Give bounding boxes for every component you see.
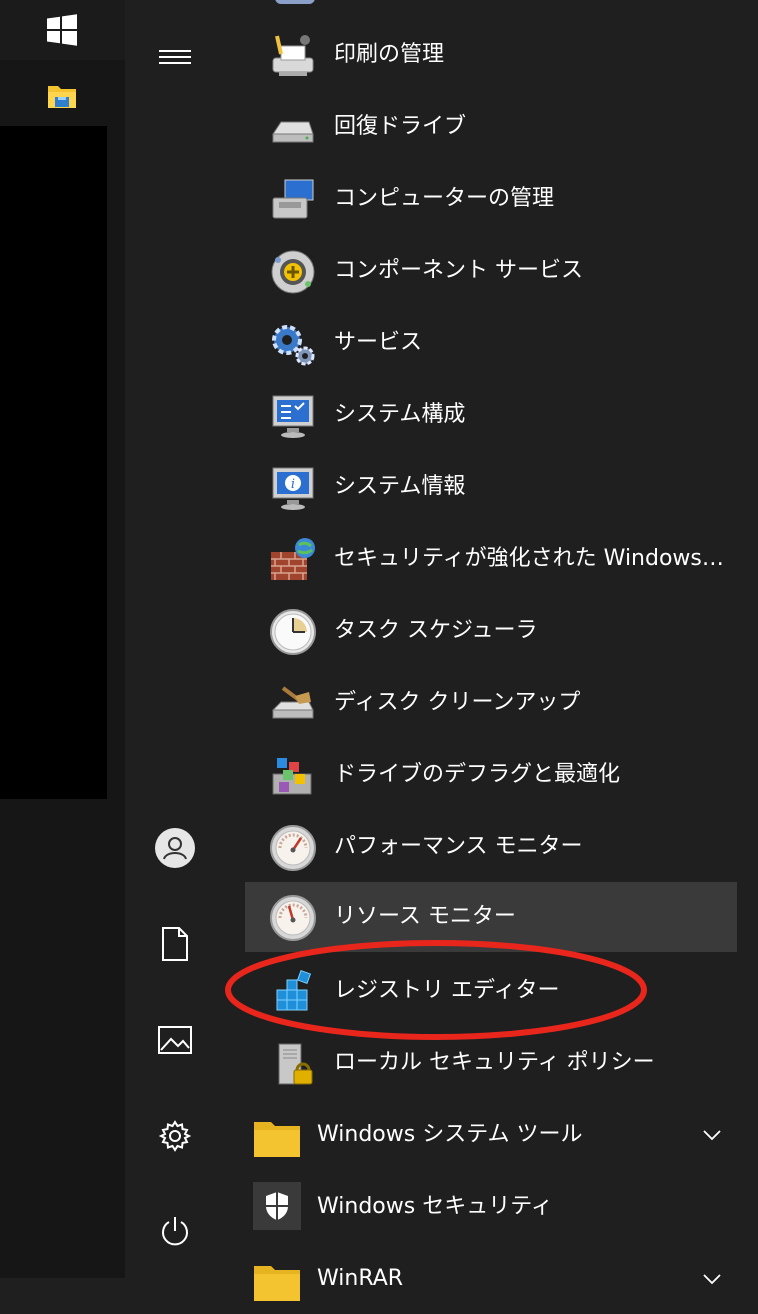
local-security-policy-icon xyxy=(278,1043,313,1085)
app-recovery-drive[interactable]: 回復ドライブ xyxy=(245,92,737,162)
user-avatar-icon xyxy=(155,828,195,868)
document-icon xyxy=(162,927,188,961)
app-local-security-policy[interactable]: ローカル セキュリティ ポリシー xyxy=(245,1028,737,1098)
component-services-icon xyxy=(271,250,315,294)
app-label: パフォーマンス モニター xyxy=(334,834,583,859)
app-performance-monitor[interactable]: パフォーマンス モニター xyxy=(245,812,737,882)
app-list: 印刷の管理 回復ドライブ コンピューターの管理 コンポーネント サービス サービ… xyxy=(245,0,758,1301)
app-label: リソース モニター xyxy=(334,904,516,929)
windows-security-shield-icon xyxy=(253,1182,301,1230)
app-label: ドライブのデフラグと最適化 xyxy=(334,762,621,787)
services-gears-icon xyxy=(272,325,315,366)
recovery-drive-icon xyxy=(272,121,314,143)
app-label: システム構成 xyxy=(334,402,466,427)
performance-monitor-gauge-icon xyxy=(270,825,316,871)
app-label: 回復ドライブ xyxy=(334,114,467,139)
app-services[interactable]: サービス xyxy=(245,308,737,378)
system-configuration-icon xyxy=(272,395,314,438)
disk-cleanup-icon xyxy=(271,686,314,719)
group-label: Windows セキュリティ xyxy=(317,1194,553,1219)
app-system-configuration[interactable]: システム構成 xyxy=(245,380,737,450)
folder-icon xyxy=(254,1122,300,1157)
app-component-services[interactable]: コンポーネント サービス xyxy=(245,236,737,306)
firewall-icon xyxy=(271,538,315,580)
defrag-icon xyxy=(272,758,312,795)
pictures-button[interactable] xyxy=(145,1010,205,1070)
start-menu-rail xyxy=(125,0,225,1278)
folder-icon xyxy=(254,1266,300,1301)
app-label: コンピューターの管理 xyxy=(334,186,555,211)
app-label: ローカル セキュリティ ポリシー xyxy=(334,1050,655,1075)
app-label: タスク スケジューラ xyxy=(334,618,538,643)
app-defragment-optimize[interactable]: ドライブのデフラグと最適化 xyxy=(245,740,737,810)
app-system-information[interactable]: i システム情報 xyxy=(245,452,737,522)
start-button[interactable] xyxy=(0,0,125,60)
computer-management-icon xyxy=(272,179,314,219)
app-label: セキュリティが強化された Windows Def... xyxy=(334,546,729,571)
group-windows-security[interactable]: Windows セキュリティ xyxy=(245,1172,737,1242)
power-icon xyxy=(162,1217,188,1246)
hamburger-icon xyxy=(159,46,191,68)
app-task-scheduler[interactable]: タスク スケジューラ xyxy=(245,596,737,666)
user-account-button[interactable] xyxy=(145,818,205,878)
gear-icon xyxy=(158,1120,192,1152)
registry-editor-icon xyxy=(276,969,312,1011)
app-label: ディスク クリーンアップ xyxy=(334,690,581,715)
windows-logo-icon xyxy=(47,14,77,46)
documents-button[interactable] xyxy=(145,914,205,974)
app-label: コンポーネント サービス xyxy=(334,258,583,283)
task-scheduler-clock-icon xyxy=(270,609,316,655)
file-explorer-icon xyxy=(48,86,76,108)
chevron-down-icon[interactable] xyxy=(701,1268,723,1290)
group-label: WinRAR xyxy=(317,1266,404,1291)
app-disk-cleanup[interactable]: ディスク クリーンアップ xyxy=(245,668,737,738)
group-label: Windows システム ツール xyxy=(317,1122,583,1147)
group-winrar[interactable]: WinRAR xyxy=(245,1244,737,1314)
app-computer-management[interactable]: コンピューターの管理 xyxy=(245,164,737,234)
resource-monitor-gauge-icon xyxy=(270,895,316,941)
settings-button[interactable] xyxy=(145,1106,205,1166)
picture-icon xyxy=(158,1026,192,1054)
partial-item-icon xyxy=(275,0,315,4)
background-window xyxy=(0,126,107,799)
chevron-down-icon[interactable] xyxy=(701,1124,723,1146)
system-information-icon: i xyxy=(272,467,314,510)
group-windows-system-tools[interactable]: Windows システム ツール xyxy=(245,1100,737,1170)
app-windows-defender-firewall[interactable]: セキュリティが強化された Windows Def... xyxy=(245,524,737,594)
print-management-icon xyxy=(272,35,314,76)
app-label: サービス xyxy=(334,330,423,355)
app-print-management[interactable]: 印刷の管理 xyxy=(245,20,737,90)
app-label: 印刷の管理 xyxy=(334,42,445,67)
svg-text:i: i xyxy=(291,477,295,492)
app-label: レジストリ エディター xyxy=(334,978,560,1003)
app-registry-editor[interactable]: レジストリ エディター xyxy=(245,956,737,1026)
app-label: システム情報 xyxy=(334,474,466,499)
power-button[interactable] xyxy=(145,1202,205,1262)
app-resource-monitor[interactable]: リソース モニター xyxy=(245,882,737,952)
expand-menu-button[interactable] xyxy=(145,27,205,87)
